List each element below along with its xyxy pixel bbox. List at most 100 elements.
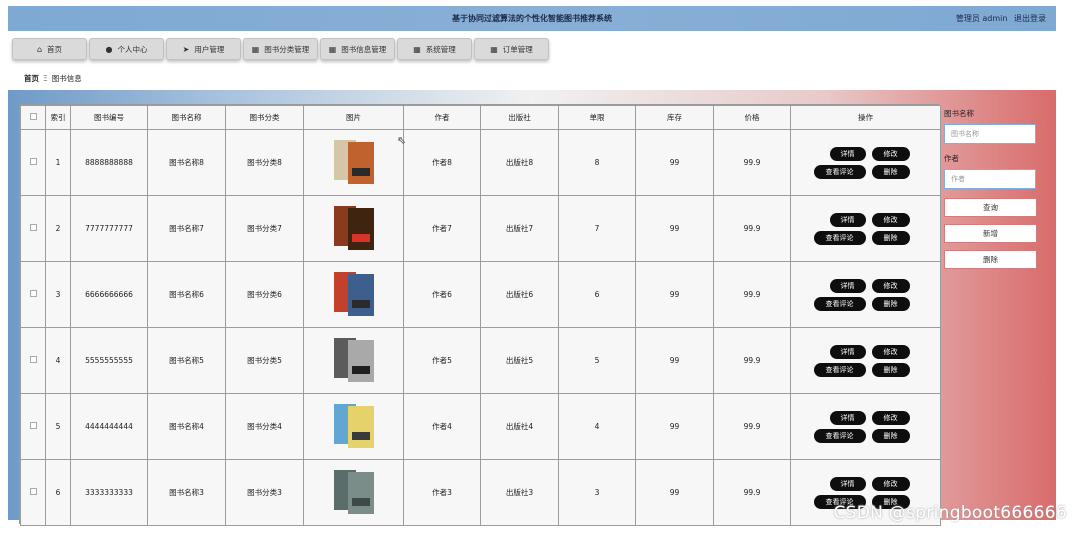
- delete-button[interactable]: 删除: [871, 362, 910, 377]
- edit-button[interactable]: 修改: [871, 278, 910, 293]
- cell-image: [303, 195, 404, 262]
- nav-order-mgmt[interactable]: ▦ 订单管理: [474, 38, 549, 60]
- cell-publisher: 出版社4: [480, 393, 559, 460]
- cell-name: 图书名称8: [147, 129, 226, 196]
- cell-publisher: 出版社3: [480, 459, 559, 526]
- nav-home[interactable]: ⌂ 首页: [12, 38, 87, 60]
- row-checkbox[interactable]: [29, 356, 37, 363]
- query-button[interactable]: 查询: [944, 198, 1037, 217]
- grid-icon: ▦: [413, 44, 421, 54]
- edit-button[interactable]: 修改: [871, 410, 910, 425]
- cell-publisher: 出版社8: [480, 129, 559, 196]
- nav-category-mgmt[interactable]: ▦ 图书分类管理: [243, 38, 318, 60]
- cell-limit: 7: [558, 195, 636, 262]
- detail-button[interactable]: 详情: [829, 476, 866, 491]
- cell-author: 作者7: [403, 195, 481, 262]
- row-select-cell[interactable]: [20, 129, 46, 196]
- row-checkbox[interactable]: [29, 224, 37, 231]
- cell-price: 99.9: [713, 459, 791, 526]
- cell-image: [303, 261, 404, 328]
- row-checkbox[interactable]: [29, 488, 37, 495]
- cell-price: 99.9: [713, 129, 791, 196]
- row-select-cell[interactable]: [20, 195, 46, 262]
- cell-code: 4444444444: [70, 393, 148, 460]
- cell-code: 7777777777: [70, 195, 148, 262]
- cell-publisher: 出版社6: [480, 261, 559, 328]
- nav-profile[interactable]: ● 个人中心: [89, 38, 164, 60]
- cell-name: 图书名称6: [147, 261, 226, 328]
- view-reviews-button[interactable]: 查看评论: [813, 296, 866, 311]
- row-select-cell[interactable]: [20, 393, 46, 460]
- nav-label: 图书分类管理: [264, 44, 310, 54]
- table-header-row: 索引 图书编号 图书名称 图书分类 图片 作者 出版社 单限 库存 价格 操作: [20, 105, 941, 130]
- cell-code: 5555555555: [70, 327, 148, 394]
- cell-name: 图书名称7: [147, 195, 226, 262]
- select-all-cell[interactable]: [20, 105, 46, 130]
- view-reviews-button[interactable]: 查看评论: [813, 428, 866, 443]
- book-cover-image: [330, 468, 378, 516]
- admin-user-label: 管理员 admin: [955, 14, 1008, 23]
- col-stock: 库存: [635, 105, 714, 130]
- view-reviews-button[interactable]: 查看评论: [813, 362, 866, 377]
- edit-button[interactable]: 修改: [871, 476, 910, 491]
- col-category: 图书分类: [225, 105, 304, 130]
- row-checkbox[interactable]: [29, 422, 37, 429]
- nav-label: 订单管理: [502, 44, 533, 54]
- batch-delete-button[interactable]: 删除: [944, 250, 1037, 269]
- col-price: 价格: [713, 105, 791, 130]
- book-cover-image: [330, 336, 378, 384]
- col-name: 图书名称: [147, 105, 226, 130]
- table-row: 6 3333333333 图书名称3 图书分类3 作者3 出版社3 3 99 99.9 详情 修改查…: [20, 459, 941, 526]
- edit-button[interactable]: 修改: [871, 344, 910, 359]
- delete-button[interactable]: 删除: [871, 164, 910, 179]
- view-reviews-button[interactable]: 查看评论: [813, 164, 866, 179]
- main-nav: ⌂ 首页 ● 个人中心 ➤ 用户管理 ▦ 图书分类管理 ▦ 图书信息管理 ▦ 系…: [12, 38, 549, 60]
- grid-icon: ▦: [490, 44, 498, 54]
- detail-button[interactable]: 详情: [829, 212, 866, 227]
- cell-publisher: 出版社7: [480, 195, 559, 262]
- cell-code: 6666666666: [70, 261, 148, 328]
- grid-icon: ▦: [251, 44, 260, 54]
- row-select-cell[interactable]: [20, 327, 46, 394]
- cell-name: 图书名称5: [147, 327, 226, 394]
- delete-button[interactable]: 删除: [871, 296, 910, 311]
- detail-button[interactable]: 详情: [829, 278, 866, 293]
- detail-button[interactable]: 详情: [829, 146, 866, 161]
- system-title: 基于协同过滤算法的个性化智能图书推荐系统: [452, 14, 612, 23]
- edit-button[interactable]: 修改: [871, 212, 910, 227]
- col-image: 图片: [303, 105, 404, 130]
- row-select-cell[interactable]: [20, 459, 46, 526]
- logout-link[interactable]: 退出登录: [1014, 14, 1046, 23]
- nav-book-mgmt[interactable]: ▦ 图书信息管理: [320, 38, 395, 60]
- select-all-checkbox[interactable]: [29, 113, 37, 120]
- view-reviews-button[interactable]: 查看评论: [813, 230, 866, 245]
- book-cover-image: [330, 204, 378, 252]
- delete-button[interactable]: 删除: [871, 230, 910, 245]
- cell-author: 作者3: [403, 459, 481, 526]
- book-name-input[interactable]: 图书名称: [944, 124, 1036, 144]
- delete-button[interactable]: 删除: [871, 428, 910, 443]
- add-button[interactable]: 新增: [944, 224, 1037, 243]
- cell-stock: 99: [635, 129, 714, 196]
- col-index: 索引: [45, 105, 71, 130]
- cell-index: 3: [45, 261, 71, 328]
- detail-button[interactable]: 详情: [829, 344, 866, 359]
- nav-system-mgmt[interactable]: ▦ 系统管理: [397, 38, 472, 60]
- mouse-cursor-icon: ⇖: [397, 134, 407, 147]
- cell-actions: 详情 修改 查看评论 删除: [790, 393, 941, 460]
- row-checkbox[interactable]: [29, 290, 37, 297]
- edit-button[interactable]: 修改: [871, 146, 910, 161]
- row-select-cell[interactable]: [20, 261, 46, 328]
- watermark: CSDN @springboot666666: [833, 503, 1067, 523]
- cell-limit: 4: [558, 393, 636, 460]
- breadcrumb-home[interactable]: 首页: [24, 74, 39, 83]
- cell-category: 图书分类6: [225, 261, 304, 328]
- breadcrumb-current: 图书信息: [51, 74, 82, 83]
- cell-author: 作者4: [403, 393, 481, 460]
- nav-users[interactable]: ➤ 用户管理: [166, 38, 241, 60]
- search-panel: 图书名称 图书名称 作者 作者 查询 新增 删除: [944, 108, 1038, 276]
- author-input[interactable]: 作者: [944, 169, 1036, 189]
- detail-button[interactable]: 详情: [829, 410, 866, 425]
- row-checkbox[interactable]: [29, 158, 37, 165]
- cell-index: 2: [45, 195, 71, 262]
